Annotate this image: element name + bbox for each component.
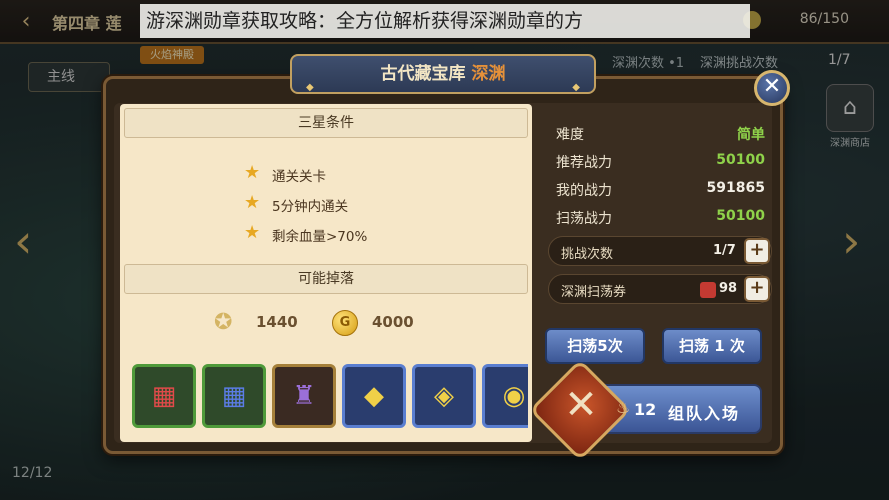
article-caption: 游深渊勋章获取攻略：全方位解析获得深渊勋章的方 xyxy=(140,4,750,38)
drop-item[interactable]: ◈ xyxy=(412,364,476,428)
star-icon: ★ xyxy=(244,192,261,213)
add-challenge-button[interactable]: + xyxy=(744,238,770,264)
sweep-power-label: 扫荡战力 xyxy=(556,211,612,227)
recommended-power-value: 50100 xyxy=(716,152,765,168)
drop-item[interactable]: ▦ xyxy=(202,364,266,428)
blue-rune-cube-icon: ▦ xyxy=(221,381,247,411)
title-ornament-icon: ◆ xyxy=(572,82,580,93)
star-icon: ★ xyxy=(244,222,261,243)
challenge-count-value: 1/7 xyxy=(713,243,736,258)
drops-header: 可能掉落 xyxy=(124,264,528,294)
sweep-5-button[interactable]: 扫荡5次 xyxy=(545,328,645,364)
drop-item[interactable]: ♜ xyxy=(272,364,336,428)
dialog-title-plate: ◆ 古代藏宝库 深渊 ◆ xyxy=(290,54,596,94)
exp-star-icon: ✪ xyxy=(214,310,233,335)
drop-item[interactable]: ◆ xyxy=(342,364,406,428)
dialog-title-tag: 深渊 xyxy=(471,64,506,84)
condition-1: 通关关卡 xyxy=(272,169,326,185)
title-ornament-icon: ◆ xyxy=(306,82,314,93)
my-power-label: 我的战力 xyxy=(556,183,612,199)
difficulty-label: 难度 xyxy=(556,127,584,143)
sweep-ticket-row: 深渊扫荡券 98 xyxy=(548,274,772,304)
close-button[interactable]: ✕ xyxy=(754,70,790,106)
team-entry-cost: 12 xyxy=(634,400,657,419)
reward-gold: 4000 xyxy=(372,313,414,331)
star-icon: ★ xyxy=(244,162,261,183)
difficulty-value: 简单 xyxy=(737,127,765,143)
dark-armor-icon: ♜ xyxy=(292,381,316,411)
drop-item[interactable]: ▦ xyxy=(132,364,196,428)
flame-icon: ♨ xyxy=(616,398,631,417)
three-star-header: 三星条件 xyxy=(124,108,528,138)
condition-3: 剩余血量>70% xyxy=(272,229,368,245)
reward-exp: 1440 xyxy=(256,313,298,331)
gold-ring-icon: ◉ xyxy=(502,381,526,411)
sweep-ticket-label: 深渊扫荡券 xyxy=(561,285,627,300)
gold-amulet-icon: ◆ xyxy=(364,381,384,411)
sweep-1-button[interactable]: 扫荡 1 次 xyxy=(662,328,762,364)
crossed-swords-icon: ✕ xyxy=(564,382,598,428)
gold-coin-icon: G xyxy=(332,310,358,336)
challenge-count-row: 挑战次数 1/7 xyxy=(548,236,772,266)
drop-item[interactable]: ◉ xyxy=(482,364,528,428)
drop-items-row: ▦ ▦ ♜ ◆ ◈ ◉ xyxy=(124,356,528,438)
challenge-count-label: 挑战次数 xyxy=(561,247,614,262)
condition-2: 5分钟内通关 xyxy=(272,199,349,215)
sweep-ticket-icon xyxy=(700,282,716,298)
sweep-power-value: 50100 xyxy=(716,208,765,224)
recommended-power-label: 推荐战力 xyxy=(556,155,612,171)
team-entry-label: 组队入场 xyxy=(668,404,741,423)
my-power-value: 591865 xyxy=(706,180,765,196)
add-ticket-button[interactable]: + xyxy=(744,276,770,302)
dialog-title: 古代藏宝库 xyxy=(380,64,466,84)
sweep-ticket-value: 98 xyxy=(719,281,738,296)
red-rune-cube-icon: ▦ xyxy=(151,381,177,411)
gold-earrings-icon: ◈ xyxy=(434,381,454,411)
